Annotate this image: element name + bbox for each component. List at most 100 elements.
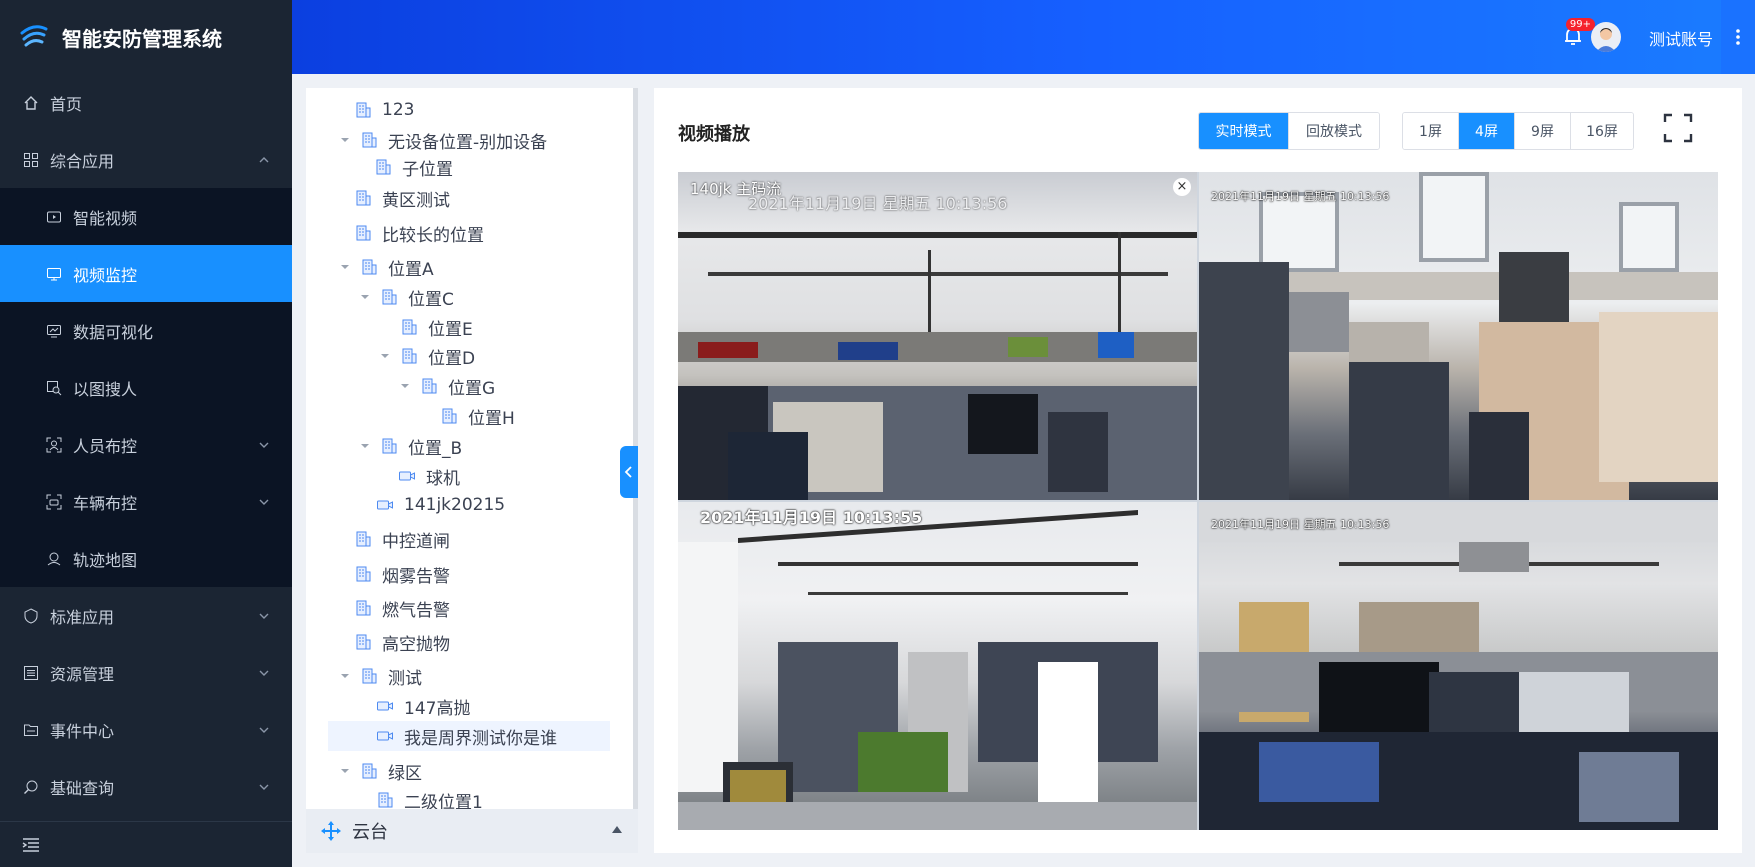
camera-timestamp: 2021年11月19日 10:13:55 bbox=[700, 508, 923, 527]
tree-node[interactable]: 位置H bbox=[440, 401, 515, 431]
live-mode-button[interactable]: 实时模式 bbox=[1199, 113, 1289, 149]
building-icon bbox=[356, 634, 371, 650]
building-icon bbox=[442, 408, 457, 424]
caret-up-icon bbox=[612, 826, 622, 833]
camera-icon bbox=[377, 701, 393, 711]
grid-icon bbox=[22, 151, 40, 169]
nav-label: 综合应用 bbox=[50, 151, 115, 171]
video-panel-title: 视频播放 bbox=[678, 124, 750, 145]
tree-node-selected[interactable]: 我是周界测试你是谁 bbox=[328, 721, 610, 751]
tree-node-label: 位置_B bbox=[408, 438, 463, 459]
tree-node[interactable]: 123 bbox=[354, 95, 414, 125]
video-cell-selected[interactable]: 2021年11月19日 星期五 10:13:56 bbox=[1199, 502, 1718, 830]
monitor-icon bbox=[45, 265, 63, 283]
playback-mode-button[interactable]: 回放模式 bbox=[1289, 113, 1379, 149]
tree-node[interactable]: 位置A bbox=[338, 252, 434, 282]
nav-label: 标准应用 bbox=[50, 607, 115, 627]
nav-label: 事件中心 bbox=[50, 721, 115, 741]
tree-node[interactable]: 比较长的位置 bbox=[354, 218, 484, 248]
nav-data-visualization[interactable]: 数据可视化 bbox=[0, 302, 292, 359]
tree-node[interactable]: 位置_B bbox=[358, 431, 462, 461]
nav-smart-video[interactable]: 智能视频 bbox=[0, 188, 292, 245]
nav-image-search[interactable]: 以图搜人 bbox=[0, 359, 292, 416]
nav-standard-apps[interactable]: 标准应用 bbox=[0, 587, 292, 644]
tree-node-label: 中控道闸 bbox=[382, 531, 450, 552]
building-icon bbox=[356, 566, 371, 582]
nav-basic-query[interactable]: 基础查询 bbox=[0, 758, 292, 815]
collapse-tree-button[interactable] bbox=[620, 446, 638, 498]
layout-1-button[interactable]: 1屏 bbox=[1403, 113, 1459, 149]
ptz-label: 云台 bbox=[352, 822, 388, 843]
chevron-down-icon bbox=[259, 613, 269, 619]
building-icon bbox=[402, 319, 417, 335]
shield-icon bbox=[22, 607, 40, 625]
tree-node[interactable]: 位置D bbox=[378, 341, 475, 371]
nav-integrated-apps[interactable]: 综合应用 bbox=[0, 131, 292, 188]
video-cell[interactable]: 2021年11月19日 星期五 10:13:56 bbox=[1199, 172, 1718, 500]
building-icon bbox=[356, 531, 371, 547]
tree-node[interactable]: 测试 bbox=[338, 661, 422, 691]
building-icon bbox=[362, 132, 377, 148]
camera-timestamp: 2021年11月19日 星期五 10:13:56 bbox=[1211, 190, 1390, 203]
tree-node[interactable]: 子位置 bbox=[374, 152, 453, 182]
tree-node-label: 147高抛 bbox=[404, 698, 471, 719]
caret-down-icon bbox=[401, 384, 409, 388]
tree-node[interactable]: 中控道闸 bbox=[354, 524, 450, 554]
close-icon[interactable]: × bbox=[1173, 178, 1191, 196]
avatar[interactable] bbox=[1591, 22, 1621, 52]
layout-16-button[interactable]: 16屏 bbox=[1571, 113, 1633, 149]
nav-event-center[interactable]: 事件中心 bbox=[0, 701, 292, 758]
building-icon bbox=[382, 438, 397, 454]
image-search-icon bbox=[45, 379, 63, 397]
ptz-panel-toggle[interactable]: 云台 bbox=[306, 809, 638, 853]
tree-node-label: 位置C bbox=[408, 289, 454, 310]
tree-node[interactable]: 黄区测试 bbox=[354, 183, 450, 213]
tree-node[interactable]: 147高抛 bbox=[376, 691, 470, 721]
tree-node[interactable]: 球机 bbox=[398, 461, 460, 491]
more-vertical-icon bbox=[1736, 29, 1740, 45]
fullscreen-icon[interactable] bbox=[1662, 112, 1694, 144]
tree-node[interactable]: 绿区 bbox=[338, 756, 422, 786]
building-icon bbox=[382, 289, 397, 305]
vehicle-scan-icon bbox=[45, 493, 63, 511]
tree-node-label: 位置E bbox=[428, 319, 473, 340]
nav-video-monitor[interactable]: 视频监控 bbox=[0, 245, 292, 302]
tree-node[interactable]: 无设备位置-别加设备 bbox=[338, 125, 547, 155]
brand: 智能安防管理系统 bbox=[0, 0, 292, 74]
move-icon bbox=[321, 821, 341, 841]
camera-timestamp: 2021年11月19日 星期五 10:13:56 bbox=[1211, 518, 1390, 531]
tree-node[interactable]: 燃气告警 bbox=[354, 593, 450, 623]
nav-vehicle-control[interactable]: 车辆布控 bbox=[0, 473, 292, 530]
chevron-down-icon bbox=[259, 442, 269, 448]
camera-timestamp: 2021年11月19日 星期五 10:13:56 bbox=[748, 194, 1008, 213]
camera-icon bbox=[399, 471, 415, 481]
tree-node-label: 无设备位置-别加设备 bbox=[388, 132, 548, 153]
nav-label: 智能视频 bbox=[73, 208, 138, 228]
tree-node[interactable]: 141jk20215 bbox=[376, 490, 505, 520]
tree-node[interactable]: 位置G bbox=[398, 371, 495, 401]
app-title: 智能安防管理系统 bbox=[62, 26, 222, 51]
tree-node[interactable]: 烟雾告警 bbox=[354, 559, 450, 589]
nav-resource-management[interactable]: 资源管理 bbox=[0, 644, 292, 701]
tree-node[interactable]: 二级位置1 bbox=[376, 785, 483, 810]
chevron-down-icon bbox=[259, 784, 269, 790]
layout-4-button[interactable]: 4屏 bbox=[1459, 113, 1515, 149]
tree-node[interactable]: 位置C bbox=[358, 282, 454, 312]
tree-node-label: 我是周界测试你是谁 bbox=[404, 728, 557, 749]
logo-icon bbox=[20, 25, 48, 47]
video-grid: 140jk 主码流 2021年11月19日 星期五 10:13:56 × 202… bbox=[678, 172, 1718, 830]
video-cell[interactable]: 140jk 主码流 2021年11月19日 星期五 10:13:56 × bbox=[678, 172, 1197, 500]
tree-node[interactable]: 高空抛物 bbox=[354, 627, 450, 657]
nav-home[interactable]: 首页 bbox=[0, 74, 292, 131]
nav-track-map[interactable]: 轨迹地图 bbox=[0, 530, 292, 587]
collapse-menu-icon[interactable] bbox=[22, 837, 40, 853]
nav-person-control[interactable]: 人员布控 bbox=[0, 416, 292, 473]
more-menu-button[interactable] bbox=[1721, 0, 1755, 74]
chevron-down-icon bbox=[259, 499, 269, 505]
username[interactable]: 测试账号 bbox=[1649, 26, 1713, 50]
video-cell[interactable]: 2021年11月19日 10:13:55 bbox=[678, 502, 1197, 830]
layout-9-button[interactable]: 9屏 bbox=[1515, 113, 1571, 149]
video-panel: 视频播放 实时模式 回放模式 1屏 4屏 9屏 16屏 140jk 主码流 20… bbox=[654, 88, 1742, 853]
tree-node[interactable]: 位置E bbox=[400, 312, 473, 342]
building-icon bbox=[402, 348, 417, 364]
